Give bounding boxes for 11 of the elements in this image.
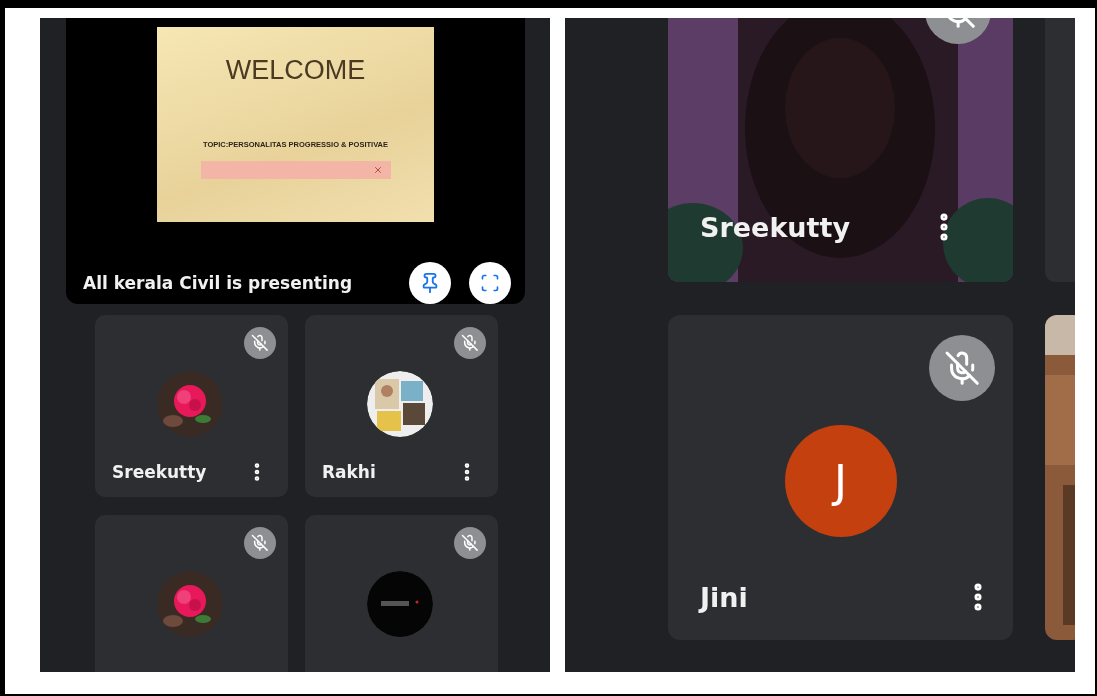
- avatar: J: [784, 425, 897, 537]
- fullscreen-icon: [480, 273, 500, 293]
- fullscreen-button[interactable]: [469, 262, 511, 304]
- participant-name: Sreekutty: [112, 462, 207, 482]
- presenting-caption: All kerala Civil is presenting: [83, 273, 354, 293]
- participant-name: Jini: [700, 581, 748, 613]
- close-icon[interactable]: [372, 165, 383, 175]
- pin-button[interactable]: [409, 262, 451, 304]
- participant-name: Rakhi: [322, 462, 376, 482]
- participant-name: Sreekutty: [700, 211, 850, 243]
- slide-title: WELCOME: [225, 55, 366, 86]
